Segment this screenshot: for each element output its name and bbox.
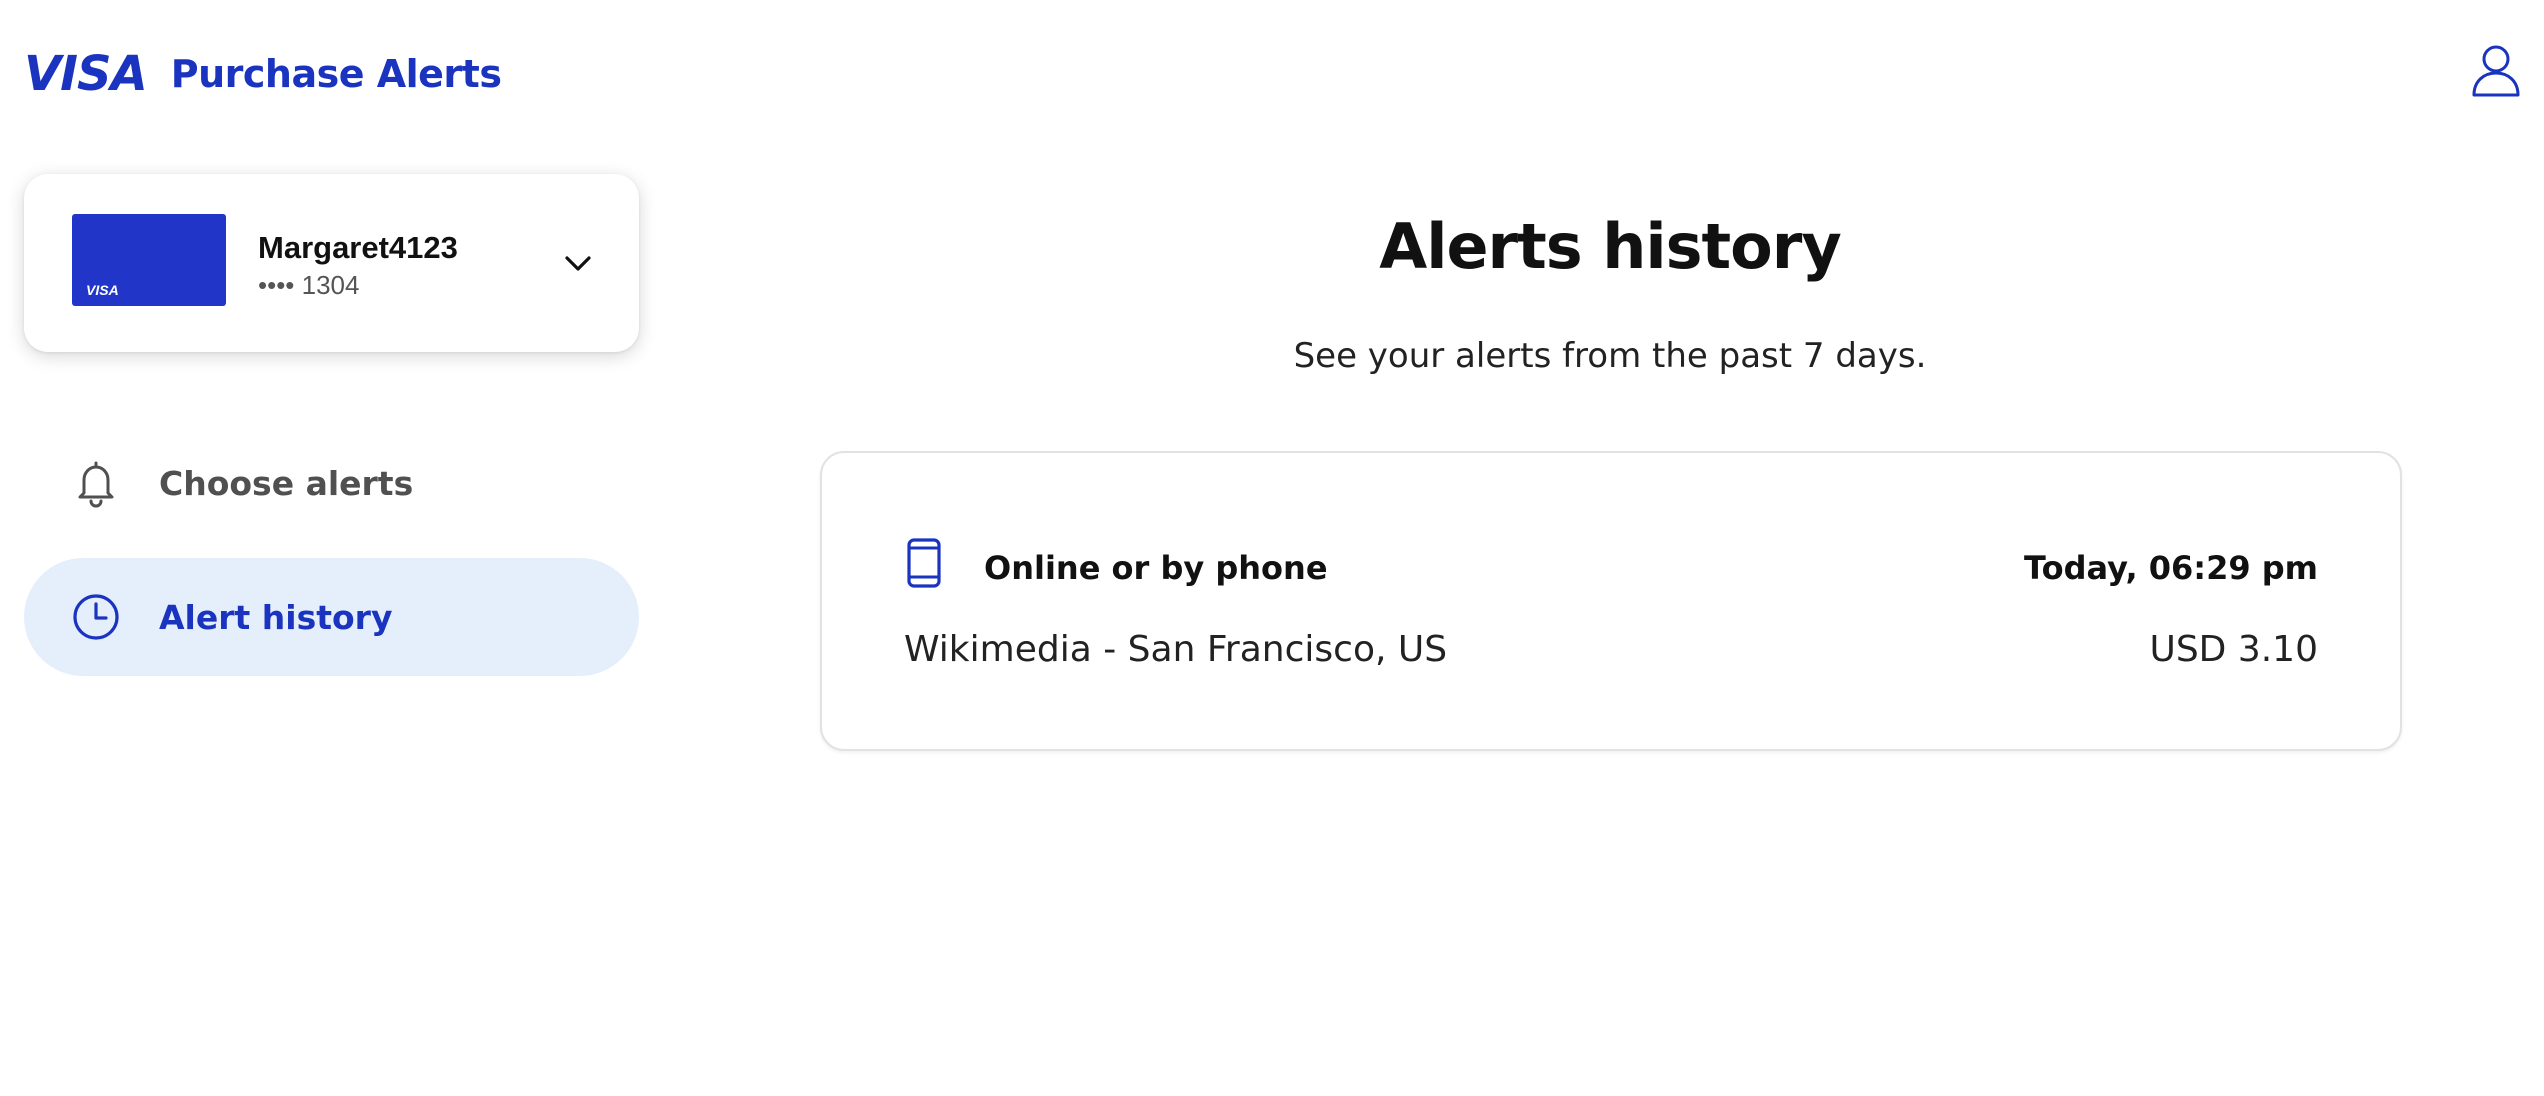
alert-card[interactable]: Online or by phone Today, 06:29 pm Wikim…: [820, 451, 2402, 751]
chevron-down-icon[interactable]: [558, 244, 598, 284]
card-brand-logo: VISA: [86, 282, 119, 298]
app-header: VISA Purchase Alerts: [0, 0, 2544, 150]
card-selector[interactable]: VISA Margaret4123 •••• 1304: [24, 174, 639, 352]
sidebar-nav: Choose alerts Alert history: [24, 424, 639, 692]
account-masked-number: •••• 1304: [258, 270, 360, 300]
alert-channel: Online or by phone: [984, 549, 1328, 587]
bell-icon: [70, 457, 122, 509]
mobile-phone-icon: [904, 537, 944, 589]
clock-icon: [70, 591, 122, 643]
user-icon[interactable]: [2466, 40, 2526, 100]
page-subtitle: See your alerts from the past 7 days.: [1293, 336, 1927, 376]
account-name: Margaret4123: [258, 230, 458, 265]
alert-merchant: Wikimedia - San Francisco, US: [904, 629, 1448, 670]
card-thumbnail: VISA: [72, 214, 226, 306]
page-title: Alerts history: [1379, 210, 1842, 283]
visa-logo: VISA: [24, 46, 148, 102]
product-title: Purchase Alerts: [170, 52, 502, 96]
sidebar-item-label: Choose alerts: [159, 463, 414, 503]
sidebar-item-choose-alerts[interactable]: Choose alerts: [24, 424, 639, 542]
sidebar-item-alert-history[interactable]: Alert history: [24, 558, 639, 676]
brand[interactable]: VISA Purchase Alerts: [24, 46, 502, 102]
sidebar-item-label: Alert history: [159, 597, 393, 637]
alert-amount: USD 3.10: [2149, 629, 2318, 670]
alert-timestamp: Today, 06:29 pm: [2024, 549, 2318, 587]
